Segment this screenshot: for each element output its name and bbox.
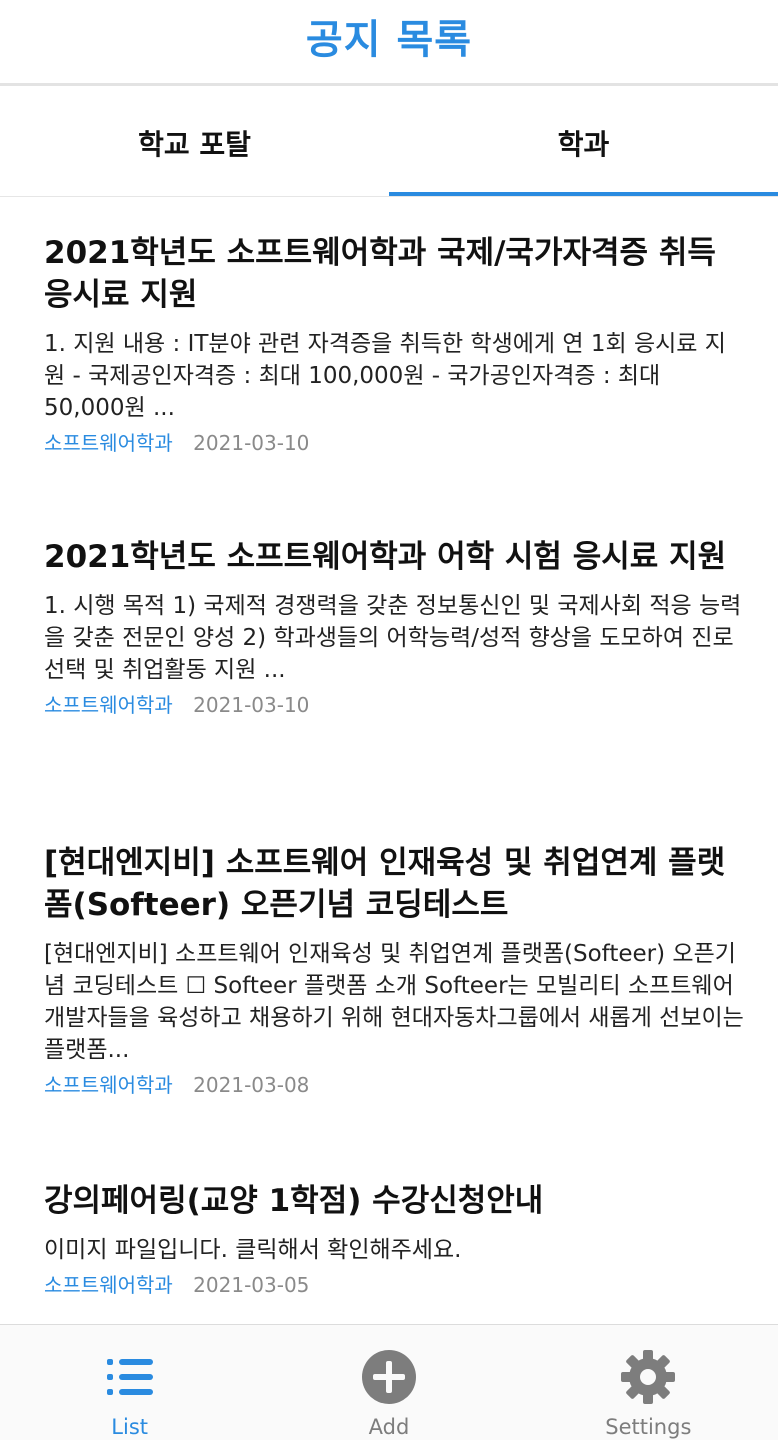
notice-summary: 이미지 파일입니다. 클릭해서 확인해주세요.	[44, 1237, 462, 1263]
notice-item[interactable]: 강의페어링(교양 1학점) 수강신청안내 이미지 파일입니다. 클릭해서 확인해…	[44, 1180, 744, 1300]
notice-title: 2021학년도 소프트웨어학과 국제/국가자격증 취득 응시료 지원	[44, 235, 716, 313]
notice-summary: 1. 지원 내용 : IT분야 관련 자격증을 취득한 학생에게 연 1회 응시…	[44, 331, 726, 421]
notice-meta: 소프트웨어학과 2021-03-05	[44, 1270, 744, 1300]
nav-list-label: List	[111, 1415, 149, 1439]
nav-add-button[interactable]: Add	[259, 1325, 518, 1440]
notice-department: 소프트웨어학과	[44, 431, 173, 455]
notice-department: 소프트웨어학과	[44, 1273, 173, 1297]
tab-bar: 학교 포탈 학과	[0, 89, 778, 197]
bottom-navigation: List Add Settings	[0, 1324, 778, 1440]
notice-summary: 1. 시행 목적 1) 국제적 경쟁력을 갖춘 정보통신인 및 국제사회 적응 …	[44, 593, 742, 683]
page-title: 공지 목록	[305, 16, 473, 63]
notice-meta: 소프트웨어학과 2021-03-10	[44, 428, 744, 458]
plus-circle-icon	[359, 1347, 419, 1407]
gear-icon	[618, 1347, 678, 1407]
notice-title: 강의페어링(교양 1학점) 수강신청안내	[44, 1183, 544, 1219]
tab-department[interactable]: 학과	[389, 89, 778, 196]
list-icon	[100, 1347, 160, 1407]
notice-title: [현대엔지비] 소프트웨어 인재육성 및 취업연계 플랫폼(Softeer) 오…	[44, 845, 726, 923]
notice-list: 2021학년도 소프트웨어학과 국제/국가자격증 취득 응시료 지원 1. 지원…	[0, 198, 778, 1324]
notice-item[interactable]: [현대엔지비] 소프트웨어 인재육성 및 취업연계 플랫폼(Softeer) 오…	[44, 842, 744, 1100]
notice-meta: 소프트웨어학과 2021-03-08	[44, 1070, 744, 1100]
nav-settings-button[interactable]: Settings	[519, 1325, 778, 1440]
tab-school-portal[interactable]: 학교 포탈	[0, 89, 389, 196]
notice-item[interactable]: 2021학년도 소프트웨어학과 국제/국가자격증 취득 응시료 지원 1. 지원…	[44, 232, 744, 458]
notice-summary: [현대엔지비] 소프트웨어 인재육성 및 취업연계 플랫폼(Softeer) 오…	[44, 941, 744, 1063]
nav-list-button[interactable]: List	[0, 1325, 259, 1440]
notice-date: 2021-03-08	[193, 1073, 310, 1097]
notice-date: 2021-03-10	[193, 693, 310, 717]
nav-add-label: Add	[368, 1415, 410, 1439]
notice-item[interactable]: 2021학년도 소프트웨어학과 어학 시험 응시료 지원 1. 시행 목적 1)…	[44, 536, 744, 720]
notice-date: 2021-03-10	[193, 431, 310, 455]
app-header: 공지 목록	[0, 0, 778, 86]
notice-department: 소프트웨어학과	[44, 693, 173, 717]
notice-title: 2021학년도 소프트웨어학과 어학 시험 응시료 지원	[44, 539, 727, 575]
nav-settings-label: Settings	[605, 1415, 692, 1439]
notice-meta: 소프트웨어학과 2021-03-10	[44, 690, 744, 720]
notice-date: 2021-03-05	[193, 1273, 310, 1297]
notice-department: 소프트웨어학과	[44, 1073, 173, 1097]
